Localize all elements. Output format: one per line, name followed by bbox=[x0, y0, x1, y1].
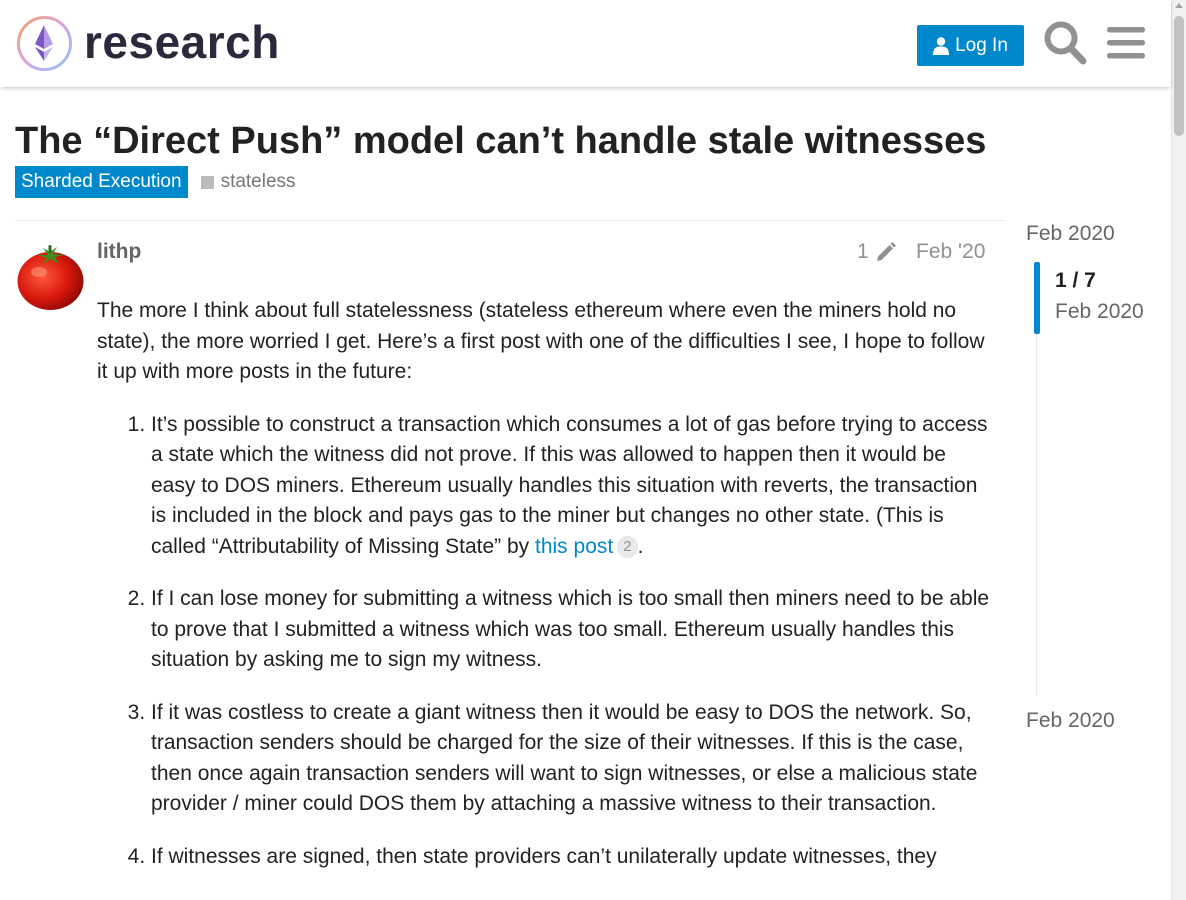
list-item-trailing-text: . bbox=[637, 534, 644, 558]
avatar[interactable] bbox=[15, 242, 86, 313]
post-body: The more I think about full statelessnes… bbox=[97, 296, 992, 894]
link-click-count-badge: 2 bbox=[617, 535, 638, 558]
post-username[interactable]: lithp bbox=[97, 240, 141, 264]
edit-count: 1 bbox=[857, 240, 869, 263]
pencil-icon bbox=[876, 242, 896, 261]
site-header: research Log In bbox=[0, 0, 1171, 87]
post-edit-history[interactable]: 1 bbox=[857, 240, 897, 264]
scrollbar-thumb[interactable] bbox=[1174, 16, 1184, 136]
timeline-position: 1 / 7 bbox=[1055, 269, 1096, 292]
list-item-text: If I can lose money for submitting a wit… bbox=[151, 587, 990, 671]
list-item: It’s possible to construct a transaction… bbox=[151, 410, 992, 563]
hamburger-menu-icon[interactable] bbox=[1106, 24, 1146, 62]
tag-square-icon bbox=[200, 175, 214, 189]
tag-label: stateless bbox=[220, 171, 296, 192]
search-icon[interactable] bbox=[1043, 20, 1087, 66]
post-numbered-list: It’s possible to construct a transaction… bbox=[97, 410, 992, 873]
post-date[interactable]: Feb '20 bbox=[916, 240, 985, 264]
login-button[interactable]: Log In bbox=[917, 25, 1024, 66]
site-logo-text[interactable]: research bbox=[84, 14, 280, 70]
topic-category-and-tags: Sharded Execution stateless bbox=[15, 166, 296, 198]
timeline-end-date[interactable]: Feb 2020 bbox=[1026, 709, 1115, 733]
post-intro-paragraph: The more I think about full statelessnes… bbox=[97, 299, 985, 383]
topic-title[interactable]: The “Direct Push” model can’t handle sta… bbox=[15, 117, 986, 165]
list-item-text: If it was costless to create a giant wit… bbox=[151, 700, 978, 816]
list-item-text: If witnesses are signed, then state prov… bbox=[151, 844, 937, 868]
page-scrollbar[interactable] bbox=[1171, 0, 1186, 900]
list-item: If witnesses are signed, then state prov… bbox=[151, 842, 992, 873]
tag-stateless[interactable]: stateless bbox=[200, 171, 296, 193]
login-button-label: Log In bbox=[955, 34, 1008, 56]
topic-divider bbox=[15, 220, 1004, 221]
timeline-start-date[interactable]: Feb 2020 bbox=[1026, 222, 1115, 246]
list-item: If it was costless to create a giant wit… bbox=[151, 698, 992, 820]
ethereum-research-logo-icon[interactable] bbox=[16, 15, 73, 72]
timeline-current-date: Feb 2020 bbox=[1055, 300, 1144, 323]
timeline-handle[interactable] bbox=[1034, 262, 1040, 334]
user-icon bbox=[933, 36, 950, 55]
category-badge[interactable]: Sharded Execution bbox=[15, 166, 188, 198]
scroll-up-arrow-icon[interactable] bbox=[1175, 3, 1183, 8]
list-item: If I can lose money for submitting a wit… bbox=[151, 584, 992, 676]
this-post-link[interactable]: this post bbox=[535, 535, 613, 558]
